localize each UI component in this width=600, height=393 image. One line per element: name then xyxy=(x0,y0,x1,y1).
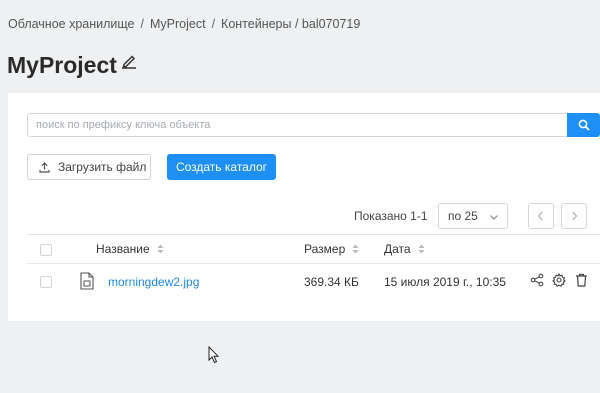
breadcrumb: Облачное хранилище / MyProject / Контейнеры … xyxy=(8,17,360,31)
sort-icon xyxy=(157,244,164,254)
upload-icon xyxy=(39,161,50,173)
breadcrumb-item-container: Контейнеры / bal070719 xyxy=(221,17,361,31)
prev-page-button[interactable] xyxy=(528,203,554,229)
column-header-date[interactable]: Дата xyxy=(384,242,425,256)
upload-file-button[interactable]: Загрузить файл xyxy=(27,154,151,180)
sort-icon xyxy=(418,244,425,254)
select-all-checkbox[interactable] xyxy=(40,244,52,256)
column-header-name[interactable]: Название xyxy=(96,242,164,256)
gear-icon[interactable] xyxy=(552,273,566,287)
search-icon xyxy=(578,119,590,131)
sort-icon xyxy=(352,244,359,254)
create-folder-button[interactable]: Создать каталог xyxy=(167,154,276,180)
row-checkbox[interactable] xyxy=(40,276,52,288)
mouse-cursor xyxy=(208,345,220,369)
search-button[interactable] xyxy=(567,113,600,137)
search-input[interactable] xyxy=(28,114,567,136)
file-name-link[interactable]: morningdew2.jpg xyxy=(108,275,199,289)
image-file-icon xyxy=(80,272,94,295)
pagination-status: Показано 1-1 xyxy=(354,209,428,223)
next-page-button[interactable] xyxy=(561,203,587,229)
breadcrumb-item-project[interactable]: MyProject xyxy=(150,17,206,31)
share-icon[interactable] xyxy=(530,273,544,287)
pencil-icon[interactable] xyxy=(121,53,137,69)
trash-icon[interactable] xyxy=(575,273,588,287)
upload-file-label: Загрузить файл xyxy=(58,160,147,174)
chevron-right-icon xyxy=(572,211,578,221)
column-date-label: Дата xyxy=(384,242,411,256)
per-page-select[interactable]: по 25 xyxy=(438,203,508,229)
column-name-label: Название xyxy=(96,242,150,256)
page-title: MyProject xyxy=(7,52,117,78)
file-size: 369.34 КБ xyxy=(304,275,359,289)
breadcrumb-item-storage[interactable]: Облачное хранилище xyxy=(8,17,135,31)
chevron-down-icon xyxy=(489,211,499,225)
file-date: 15 июля 2019 г., 10:35 xyxy=(384,275,506,289)
search-field[interactable] xyxy=(27,113,567,137)
create-folder-label: Создать каталог xyxy=(175,160,268,174)
breadcrumb-separator: / xyxy=(140,17,144,31)
column-size-label: Размер xyxy=(304,242,346,256)
per-page-value: по 25 xyxy=(448,209,478,223)
chevron-left-icon xyxy=(537,211,543,221)
breadcrumb-separator: / xyxy=(211,17,216,31)
column-header-size[interactable]: Размер xyxy=(304,242,359,256)
table-header-divider xyxy=(27,263,600,264)
table-divider xyxy=(27,234,600,235)
